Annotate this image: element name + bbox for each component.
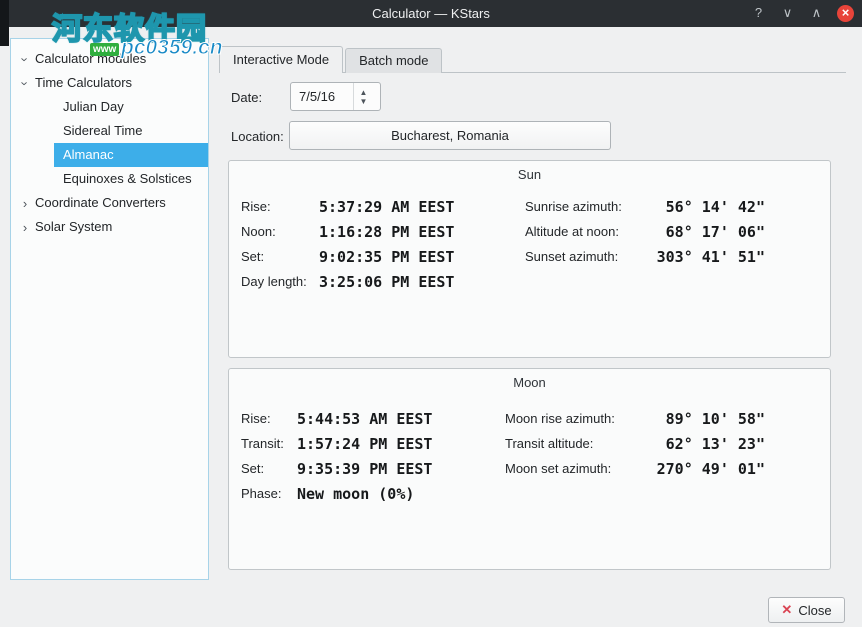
sun-title: Sun [229, 167, 830, 182]
chevron-right-icon[interactable]: › [18, 196, 32, 211]
sunset-azimuth-value: 303° 41' 51" [589, 247, 765, 267]
close-button-label: Close [798, 603, 831, 618]
sidebar-item-label: Coordinate Converters [32, 192, 166, 214]
moon-groupbox: Moon Rise: 5:44:53 AM EEST Transit: 1:57… [228, 368, 831, 570]
sidebar-item-julian-day[interactable]: Julian Day [54, 95, 208, 119]
sidebar-item-almanac[interactable]: Almanac [54, 143, 208, 167]
sidebar-item-label: Sidereal Time [54, 120, 142, 142]
tab-batch-mode[interactable]: Batch mode [345, 48, 442, 73]
chevron-right-icon[interactable]: › [18, 220, 32, 235]
moon-set-azimuth-value: 270° 49' 01" [589, 459, 765, 479]
close-window-button[interactable]: × [837, 5, 854, 22]
chevron-down-icon[interactable]: › [18, 76, 33, 90]
sidebar-item-time-calculators[interactable]: › Time Calculators [11, 71, 208, 95]
location-button[interactable]: Bucharest, Romania [289, 121, 611, 150]
day-length-value: 3:25:06 PM EEST [319, 272, 454, 292]
tab-interactive-mode[interactable]: Interactive Mode [219, 46, 343, 73]
sun-set-value: 9:02:35 PM EEST [319, 247, 454, 267]
sidebar-item-calculator-modules[interactable]: › Calculator modules [11, 47, 208, 71]
sun-groupbox: Sun Rise: 5:37:29 AM EEST Noon: 1:16:28 … [228, 160, 831, 358]
transit-altitude-label: Transit altitude: [505, 434, 593, 454]
chevron-down-icon[interactable]: › [18, 52, 33, 66]
sidebar-item-sidereal-time[interactable]: Sidereal Time [54, 119, 208, 143]
moon-rise-value: 5:44:53 AM EEST [297, 409, 432, 429]
spin-down-icon[interactable]: ▼ [360, 97, 368, 106]
date-label: Date: [231, 90, 262, 106]
sun-noon-label: Noon: [241, 222, 276, 242]
sidebar-item-label: Time Calculators [32, 72, 132, 94]
titlebar-buttons: ? ∨ ∧ × [750, 0, 854, 27]
sidebar-item-solar-system[interactable]: › Solar System [11, 215, 208, 239]
moon-phase-label: Phase: [241, 484, 281, 504]
spin-buttons: ▲ ▼ [353, 83, 373, 110]
sidebar-item-equinoxes-solstices[interactable]: Equinoxes & Solstices [54, 167, 208, 191]
moon-rise-label: Rise: [241, 409, 271, 429]
moon-rise-azimuth-value: 89° 10' 58" [589, 409, 765, 429]
sun-set-label: Set: [241, 247, 264, 267]
sun-rise-label: Rise: [241, 197, 271, 217]
sidebar-item-label: Julian Day [54, 96, 124, 118]
sun-noon-value: 1:16:28 PM EEST [319, 222, 454, 242]
close-x-icon: ✕ [781, 602, 792, 618]
sunrise-azimuth-value: 56° 14' 42" [589, 197, 765, 217]
moon-set-value: 9:35:39 PM EEST [297, 459, 432, 479]
minimize-button[interactable]: ∨ [779, 5, 796, 22]
sidebar-item-label: Equinoxes & Solstices [54, 168, 192, 190]
moon-transit-value: 1:57:24 PM EEST [297, 434, 432, 454]
altitude-at-noon-value: 68° 17' 06" [589, 222, 765, 242]
moon-set-label: Set: [241, 459, 264, 479]
moon-transit-label: Transit: [241, 434, 284, 454]
location-label: Location: [231, 129, 284, 145]
date-spinbox[interactable]: ▲ ▼ [290, 82, 381, 111]
sun-rise-value: 5:37:29 AM EEST [319, 197, 454, 217]
mode-tabs: Interactive Mode Batch mode [219, 46, 846, 73]
help-button[interactable]: ? [750, 5, 767, 22]
sidebar-item-label: Almanac [54, 144, 114, 166]
transit-altitude-value: 62° 13' 23" [589, 434, 765, 454]
close-button[interactable]: ✕ Close [768, 597, 845, 623]
sidebar-item-label: Solar System [32, 216, 112, 238]
day-length-label: Day length: [241, 272, 307, 292]
moon-phase-value: New moon (0%) [297, 484, 414, 504]
maximize-button[interactable]: ∧ [808, 5, 825, 22]
window-title: Calculator — KStars [372, 6, 490, 21]
spin-up-icon[interactable]: ▲ [360, 88, 368, 97]
calculator-modules-tree: › Calculator modules › Time Calculators … [10, 38, 209, 580]
sidebar-item-label: Calculator modules [32, 48, 146, 70]
sidebar-item-coordinate-converters[interactable]: › Coordinate Converters [11, 191, 208, 215]
moon-title: Moon [229, 375, 830, 390]
date-input[interactable] [291, 83, 353, 110]
titlebar[interactable]: Calculator — KStars ? ∨ ∧ × [0, 0, 862, 27]
